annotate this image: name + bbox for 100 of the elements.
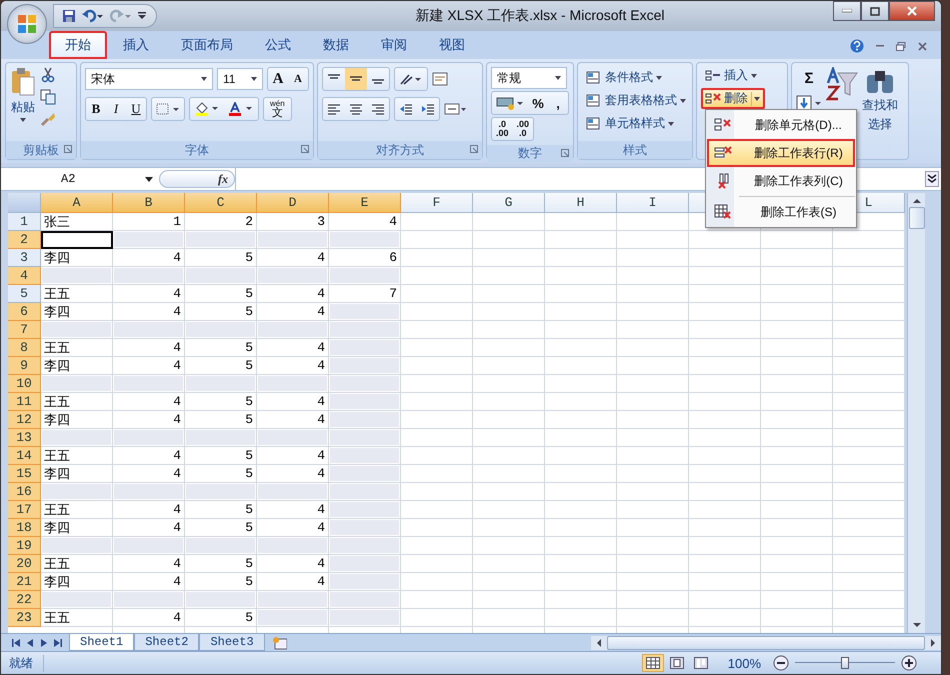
ribbon-tab[interactable]: 数据 — [307, 31, 365, 59]
row-header[interactable]: 21 — [8, 573, 41, 591]
comma-button[interactable]: , — [548, 92, 568, 114]
row-header[interactable]: 16 — [8, 483, 41, 501]
insert-function-button[interactable]: fx — [218, 172, 228, 186]
redo-icon[interactable] — [110, 9, 132, 23]
ribbon-tab[interactable]: 页面布局 — [165, 31, 249, 59]
sheet-tab[interactable]: Sheet2 — [134, 634, 200, 651]
merge-cells-icon[interactable] — [444, 102, 466, 116]
row-header[interactable]: 5 — [8, 285, 41, 303]
brush-icon[interactable] — [40, 111, 56, 127]
customize-caret-icon[interactable] — [138, 11, 146, 21]
minimize-button[interactable] — [833, 1, 861, 21]
close-icon[interactable] — [918, 42, 927, 50]
ribbon-tab[interactable]: 审阅 — [365, 31, 423, 59]
undo-icon[interactable] — [82, 9, 104, 23]
decrease-decimal-button[interactable]: .00 .0 — [512, 118, 534, 140]
row-header[interactable]: 2 — [8, 231, 41, 249]
column-header[interactable]: D — [257, 193, 329, 213]
row-header[interactable]: 1 — [8, 213, 41, 231]
number-format-field[interactable]: 常规 — [491, 67, 567, 89]
normal-view-button[interactable] — [642, 654, 664, 672]
previous-sheet-icon[interactable] — [25, 638, 35, 648]
row-header[interactable]: 20 — [8, 555, 41, 573]
column-header[interactable]: A — [41, 193, 113, 213]
dialog-launcher-icon[interactable] — [64, 145, 72, 153]
copy-icon[interactable] — [40, 89, 56, 105]
row-header[interactable]: 17 — [8, 501, 41, 519]
row-header[interactable]: 3 — [8, 249, 41, 267]
paste-button[interactable]: 粘贴 — [10, 67, 36, 137]
zoom-level[interactable]: 100% — [718, 656, 767, 670]
row-header[interactable]: 12 — [8, 411, 41, 429]
column-header[interactable]: H — [545, 193, 617, 213]
zoom-slider-thumb[interactable] — [841, 657, 849, 669]
row-header[interactable]: 6 — [8, 303, 41, 321]
menu-item[interactable]: 删除工作表列(C) — [707, 167, 855, 195]
insert-button[interactable]: 插入 — [701, 65, 761, 86]
underline-button[interactable]: U — [126, 98, 146, 120]
sheet-tab[interactable]: Sheet3 — [199, 634, 265, 651]
scroll-thumb[interactable] — [908, 207, 924, 229]
scissors-icon[interactable] — [41, 67, 55, 83]
delete-button[interactable]: 删除 — [701, 88, 765, 109]
ribbon-tab[interactable]: 插入 — [107, 31, 165, 59]
italic-button[interactable]: I — [106, 98, 126, 120]
font-size-field[interactable]: 11 — [217, 68, 263, 90]
sheet-tab[interactable]: Sheet1 — [69, 634, 134, 651]
horizontal-scrollbar[interactable] — [591, 636, 941, 650]
vertical-scrollbar[interactable] — [907, 193, 925, 633]
row-header[interactable]: 11 — [8, 393, 41, 411]
expand-icon[interactable] — [925, 171, 939, 187]
row-header[interactable]: 18 — [8, 519, 41, 537]
ribbon-tab[interactable]: 视图 — [423, 31, 481, 59]
dialog-launcher-icon[interactable] — [301, 145, 309, 153]
row-header[interactable]: 13 — [8, 429, 41, 447]
row-header[interactable]: 23 — [8, 609, 41, 627]
close-button[interactable] — [889, 1, 935, 21]
column-header[interactable]: G — [473, 193, 545, 213]
column-header[interactable]: F — [401, 193, 473, 213]
styles-menu-button[interactable]: 条件格式 — [582, 67, 666, 88]
font-name-field[interactable]: 宋体 — [85, 68, 213, 90]
row-header[interactable]: 9 — [8, 357, 41, 375]
autosum-button[interactable]: Σ — [799, 67, 819, 89]
align-middle-button[interactable] — [345, 68, 367, 90]
first-sheet-icon[interactable] — [11, 638, 21, 648]
zoom-in-icon[interactable] — [901, 655, 917, 671]
menu-item[interactable]: 删除单元格(D)... — [707, 111, 855, 139]
save-icon[interactable] — [62, 9, 76, 23]
ribbon-tab[interactable]: 公式 — [249, 31, 307, 59]
row-header[interactable]: 22 — [8, 591, 41, 609]
percent-button[interactable]: % — [528, 92, 548, 114]
sort-filter-icon[interactable] — [826, 67, 858, 101]
maximize-button[interactable] — [861, 1, 889, 21]
insert-sheet-icon[interactable] — [270, 636, 288, 650]
column-header[interactable]: I — [617, 193, 689, 213]
row-header[interactable]: 8 — [8, 339, 41, 357]
styles-menu-button[interactable]: 单元格样式 — [582, 113, 678, 134]
name-box[interactable]: A2 — [1, 172, 159, 186]
column-header[interactable]: B — [113, 193, 185, 213]
ribbon-tab[interactable]: 开始 — [49, 31, 107, 59]
help-icon[interactable] — [850, 39, 864, 53]
dialog-launcher-icon[interactable] — [470, 145, 478, 153]
menu-item[interactable]: 删除工作表行(R) — [707, 139, 855, 167]
phonetic-button[interactable]: wén 文 — [264, 98, 291, 120]
row-header[interactable]: 15 — [8, 465, 41, 483]
row-header[interactable]: 19 — [8, 537, 41, 555]
grow-font-button[interactable]: A — [268, 68, 288, 90]
row-header[interactable]: 4 — [8, 267, 41, 285]
last-sheet-icon[interactable] — [53, 638, 63, 648]
column-header[interactable]: E — [329, 193, 401, 213]
row-header[interactable]: 10 — [8, 375, 41, 393]
row-header[interactable]: 7 — [8, 321, 41, 339]
next-sheet-icon[interactable] — [39, 638, 49, 648]
minimize-icon[interactable] — [876, 45, 884, 47]
column-header[interactable]: C — [185, 193, 257, 213]
shrink-font-button[interactable]: A — [288, 68, 308, 90]
wrap-text-icon[interactable] — [432, 71, 448, 87]
increase-decimal-button[interactable]: .0 .00 — [492, 118, 513, 140]
dialog-launcher-icon[interactable] — [561, 149, 569, 157]
restore-icon[interactable] — [896, 42, 906, 50]
zoom-out-icon[interactable] — [773, 655, 789, 671]
